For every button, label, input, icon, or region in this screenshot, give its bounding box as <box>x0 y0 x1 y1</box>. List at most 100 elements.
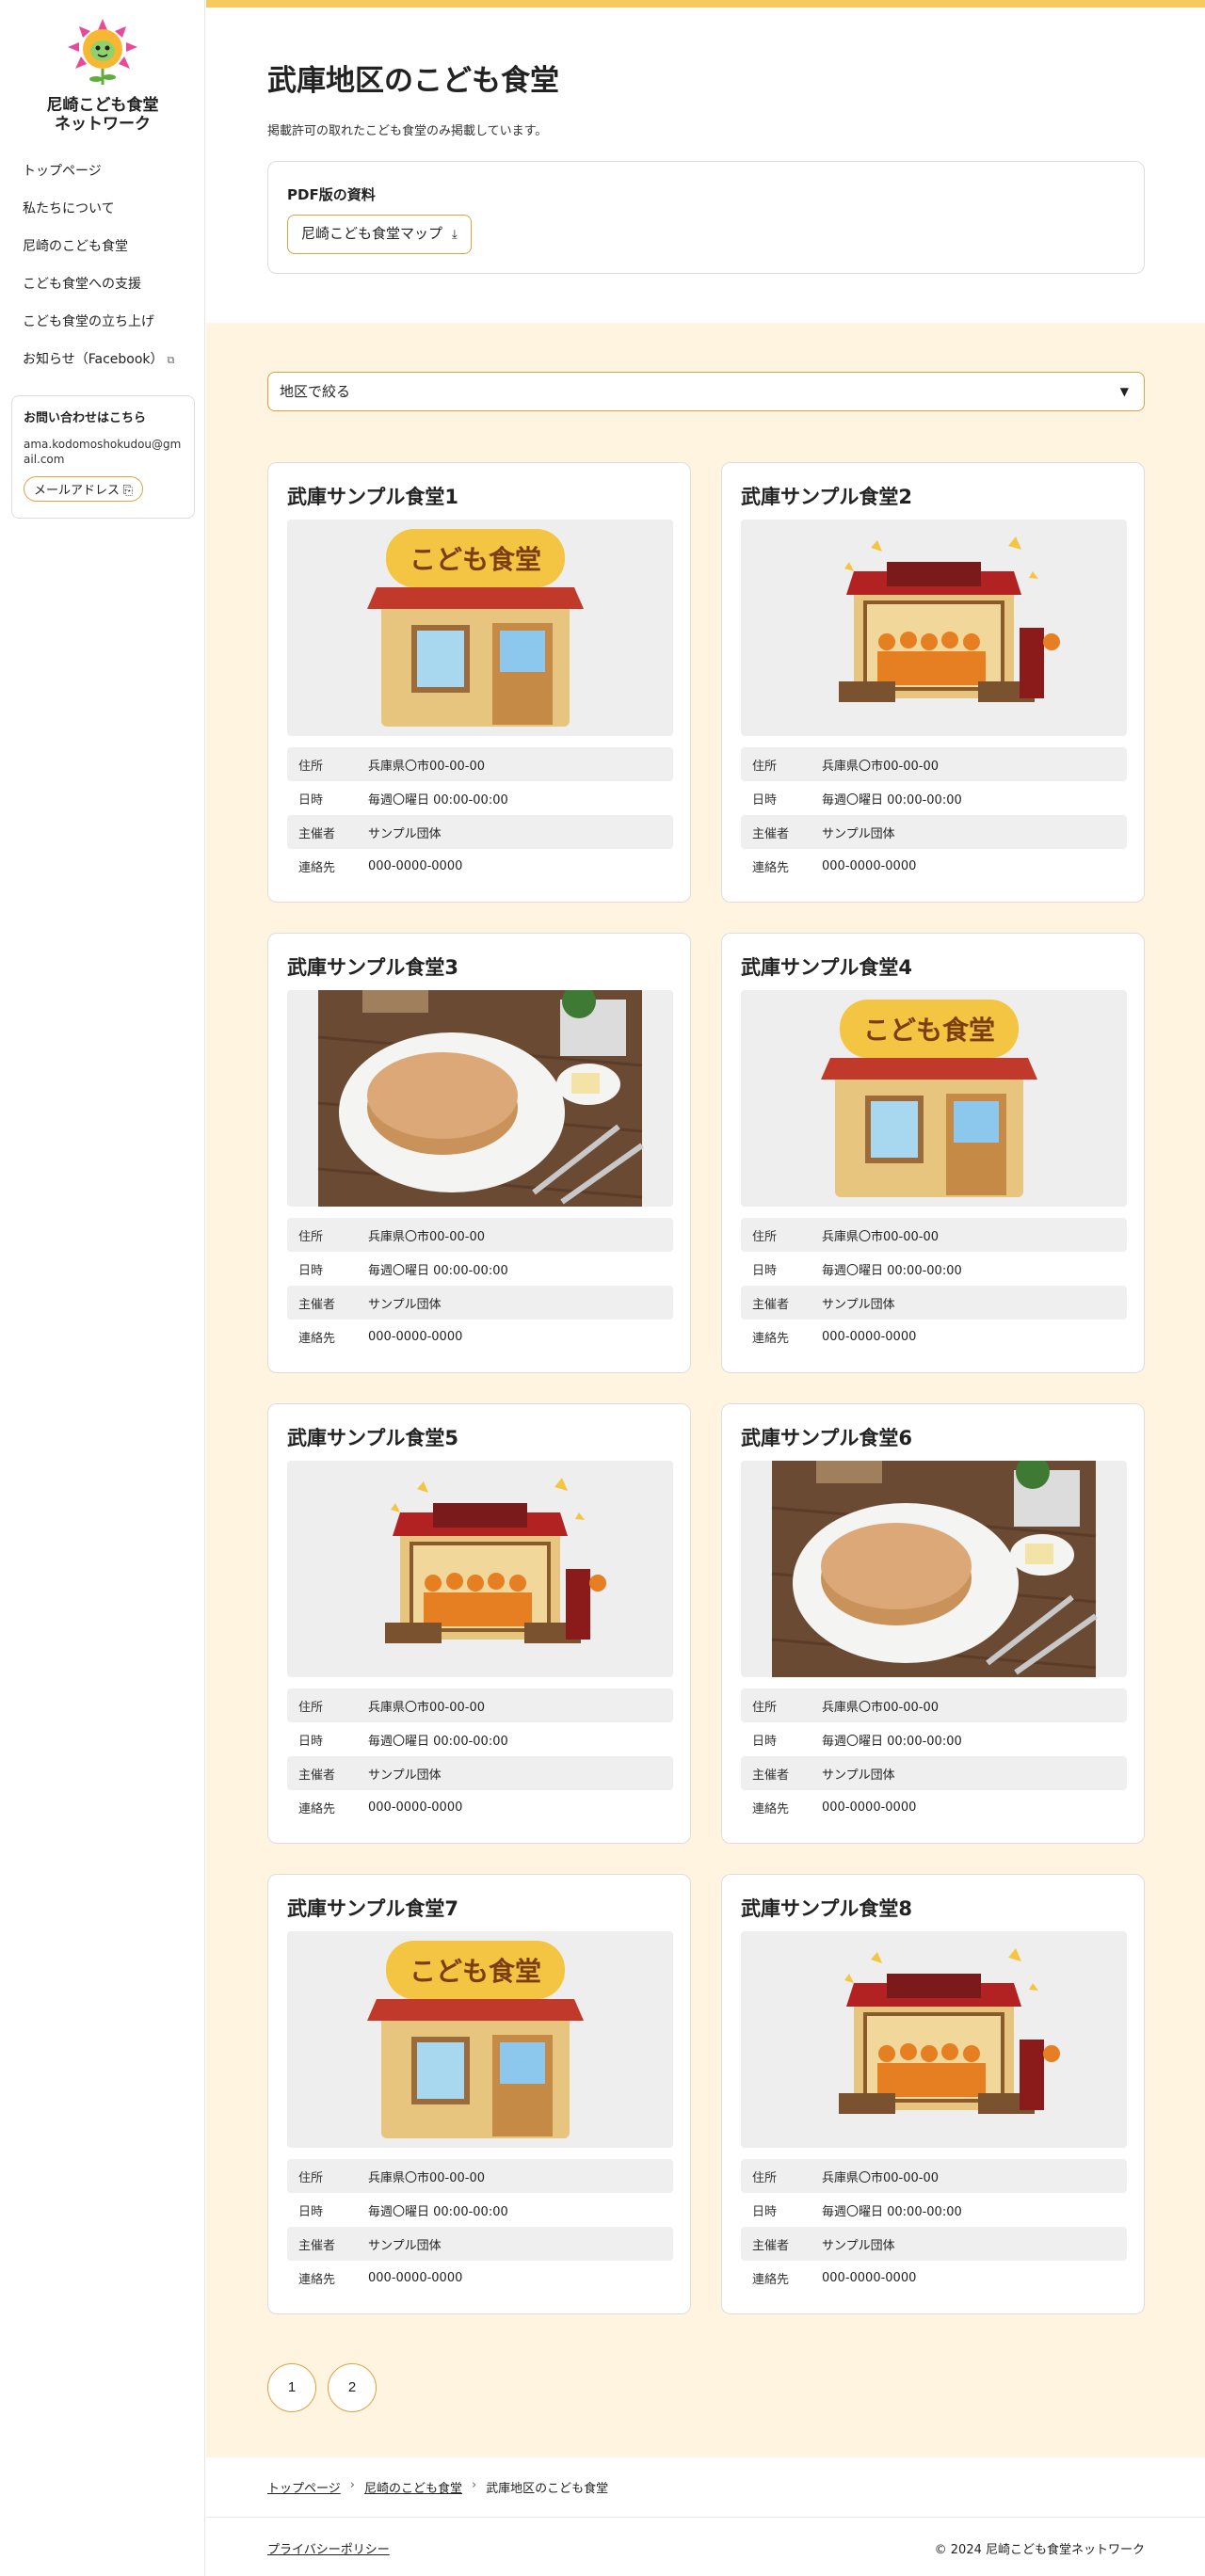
info-label: 連絡先 <box>298 1801 336 1816</box>
info-label: 日時 <box>298 2204 324 2219</box>
info-row-address: 住所 兵庫県〇市00-00-00 <box>287 747 673 781</box>
footer: プライバシーポリシー © 2024 尼崎こども食堂ネットワーク <box>206 2519 1205 2576</box>
info-row-organizer: 主催者 サンプル団体 <box>741 2227 1127 2261</box>
info-value: サンプル団体 <box>822 2238 895 2253</box>
info-value: 兵庫県〇市00-00-00 <box>368 1229 486 1244</box>
page-button-2[interactable]: 2 <box>328 2363 377 2412</box>
card-title: 武庫サンプル食堂6 <box>741 1427 912 1449</box>
copy-email-label: メールアドレス <box>34 483 120 497</box>
info-label: 住所 <box>752 1700 778 1715</box>
info-row-organizer: 主催者 サンプル団体 <box>741 1286 1127 1320</box>
card-image <box>741 1931 1127 2148</box>
info-label: 住所 <box>298 759 324 774</box>
info-label: 主催者 <box>752 1768 790 1783</box>
info-value: サンプル団体 <box>822 826 895 841</box>
copyright: © 2024 尼崎こども食堂ネットワーク <box>934 2543 1145 2557</box>
info-label: 日時 <box>752 1263 778 1278</box>
card-info-table: 住所 兵庫県〇市00-00-00 日時 毎週〇曜日 00:00-00:00 主催者 サンプ… <box>741 2159 1127 2295</box>
info-label: 住所 <box>298 1700 324 1715</box>
nav-item-support[interactable]: こども食堂への支援 <box>23 271 174 309</box>
contact-box: お問い合わせはこちら ama.kodomoshokudou@gmail.com … <box>11 395 195 519</box>
info-value: 毎週〇曜日 00:00-00:00 <box>822 792 962 808</box>
info-value: サンプル団体 <box>822 1768 895 1783</box>
info-label: 住所 <box>752 2170 778 2185</box>
info-value: 兵庫県〇市00-00-00 <box>368 1700 486 1715</box>
info-row-datetime: 日時 毎週〇曜日 00:00-00:00 <box>741 2193 1127 2227</box>
info-label: 連絡先 <box>752 2272 790 2287</box>
nav-item-about[interactable]: 私たちについて <box>23 196 174 233</box>
shop-sign-illustration: こども食堂 <box>367 529 584 727</box>
card-image <box>287 990 673 1207</box>
info-value: 毎週〇曜日 00:00-00:00 <box>822 2204 962 2219</box>
breadcrumb-top[interactable]: トップページ <box>267 2478 341 2496</box>
info-row-address: 住所 兵庫県〇市00-00-00 <box>287 1688 673 1722</box>
district-filter-select[interactable]: 地区で絞る ▼ <box>267 372 1145 411</box>
info-row-contact: 連絡先 000-0000-0000 <box>741 1320 1127 1353</box>
nav-item-shokudo[interactable]: 尼崎のこども食堂 <box>23 233 174 271</box>
info-value: 毎週〇曜日 00:00-00:00 <box>368 1734 508 1749</box>
site-name-line2: ネットワーク <box>55 115 151 134</box>
copy-icon: ⎘ <box>122 483 134 497</box>
breadcrumb-current: 武庫地区のこども食堂 <box>486 2482 609 2496</box>
contact-email: ama.kodomoshokudou@gmail.com <box>24 438 182 466</box>
card-info-table: 住所 兵庫県〇市00-00-00 日時 毎週〇曜日 00:00-00:00 主催者 サンプ… <box>741 1688 1127 1824</box>
shokudo-card: 武庫サンプル食堂4 こども食堂 住所 兵庫県〇市00-00-00 日時 毎週〇曜日 00:… <box>721 933 1145 1373</box>
shokudo-card: 武庫サンプル食堂7 こども食堂 住所 兵庫県〇市00-00-00 日時 毎週〇曜日 00:… <box>267 1874 691 2314</box>
info-row-organizer: 主催者 サンプル団体 <box>741 815 1127 849</box>
shokudo-card: 武庫サンプル食堂8 住所 兵庫県〇市00-00-00 日時 毎週〇曜日 00:00-00… <box>721 1874 1145 2314</box>
info-label: 主催者 <box>298 2238 336 2253</box>
nav-item-top[interactable]: トップページ <box>23 158 174 196</box>
breadcrumb: トップページ › 尼崎のこども食堂 › 武庫地区のこども食堂 <box>267 2478 608 2496</box>
district-filter-value: 地区で絞る <box>280 383 351 400</box>
info-label: 日時 <box>752 1734 778 1749</box>
page-header: 武庫地区のこども食堂 掲載許可の取れたこども食堂のみ掲載しています。 PDF版の… <box>206 8 1205 323</box>
info-row-contact: 連絡先 000-0000-0000 <box>287 1790 673 1824</box>
info-label: 主催者 <box>752 2238 790 2253</box>
page-button-1[interactable]: 1 <box>267 2363 316 2412</box>
info-label: 連絡先 <box>752 860 790 875</box>
card-image: こども食堂 <box>741 990 1127 1207</box>
shop-sign-text: こども食堂 <box>863 1015 995 1046</box>
info-label: 連絡先 <box>298 1331 336 1346</box>
info-row-organizer: 主催者 サンプル団体 <box>287 1756 673 1790</box>
accent-bar <box>206 0 1205 8</box>
info-row-organizer: 主催者 サンプル団体 <box>741 1756 1127 1790</box>
card-title: 武庫サンプル食堂7 <box>287 1897 458 1920</box>
site-logo[interactable]: 尼崎こども食堂 ネットワーク <box>0 17 205 134</box>
sidebar-nav: トップページ 私たちについて 尼崎のこども食堂 こども食堂への支援 こども食堂の… <box>23 158 174 384</box>
pagination: 1 2 <box>267 2363 377 2412</box>
info-value: 兵庫県〇市00-00-00 <box>822 1700 940 1715</box>
shop-sign-illustration: こども食堂 <box>821 1000 1037 1197</box>
pancake-photo <box>771 1461 1098 1677</box>
info-row-organizer: 主催者 サンプル団体 <box>287 1286 673 1320</box>
card-info-table: 住所 兵庫県〇市00-00-00 日時 毎週〇曜日 00:00-00:00 主催者 サンプ… <box>287 1218 673 1353</box>
info-row-contact: 連絡先 000-0000-0000 <box>741 849 1127 883</box>
info-label: 日時 <box>752 2204 778 2219</box>
info-value: 000-0000-0000 <box>368 2270 463 2285</box>
breadcrumb-shokudo[interactable]: 尼崎のこども食堂 <box>364 2478 462 2496</box>
info-value: 兵庫県〇市00-00-00 <box>822 2170 940 2185</box>
shop-sign-illustration: こども食堂 <box>367 1941 584 2138</box>
card-image: こども食堂 <box>287 520 673 736</box>
card-info-table: 住所 兵庫県〇市00-00-00 日時 毎週〇曜日 00:00-00:00 主催者 サンプ… <box>741 747 1127 883</box>
card-title: 武庫サンプル食堂1 <box>287 486 458 508</box>
card-info-table: 住所 兵庫県〇市00-00-00 日時 毎週〇曜日 00:00-00:00 主催者 サンプ… <box>287 2159 673 2295</box>
card-title: 武庫サンプル食堂4 <box>741 956 912 979</box>
info-label: 日時 <box>752 792 778 808</box>
info-value: 000-0000-0000 <box>822 858 917 873</box>
info-row-contact: 連絡先 000-0000-0000 <box>287 1320 673 1353</box>
info-value: サンプル団体 <box>368 2238 442 2253</box>
copy-email-button[interactable]: メールアドレス ⎘ <box>24 476 144 502</box>
nav-item-startup[interactable]: こども食堂の立ち上げ <box>23 309 174 346</box>
info-row-datetime: 日時 毎週〇曜日 00:00-00:00 <box>741 1252 1127 1286</box>
info-row-datetime: 日時 毎週〇曜日 00:00-00:00 <box>287 1722 673 1756</box>
info-row-address: 住所 兵庫県〇市00-00-00 <box>287 1218 673 1252</box>
info-row-datetime: 日時 毎週〇曜日 00:00-00:00 <box>287 781 673 815</box>
info-value: 毎週〇曜日 00:00-00:00 <box>822 1263 962 1278</box>
pdf-download-button[interactable]: 尼崎こども食堂マップ ⤓ <box>287 215 472 254</box>
nav-item-news[interactable]: お知らせ（Facebook） ⧉ <box>23 346 174 384</box>
privacy-policy-link[interactable]: プライバシーポリシー <box>267 2539 390 2557</box>
info-label: 連絡先 <box>752 1801 790 1816</box>
card-title: 武庫サンプル食堂2 <box>741 486 912 508</box>
info-value: 毎週〇曜日 00:00-00:00 <box>368 2204 508 2219</box>
